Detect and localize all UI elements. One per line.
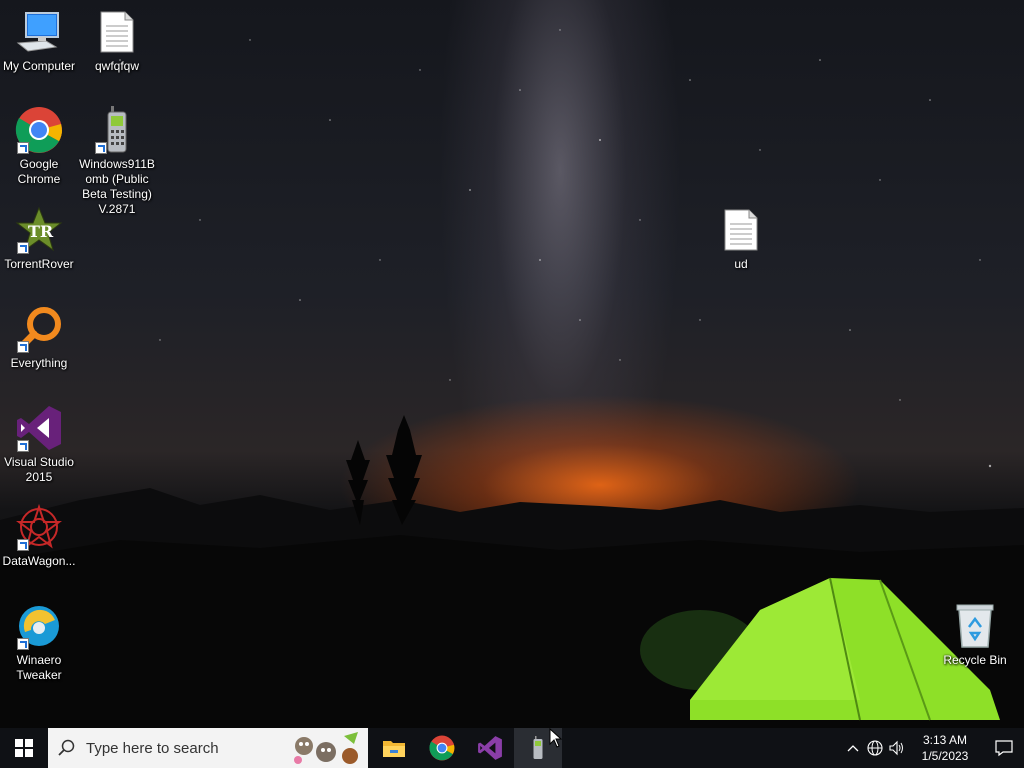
taskbar-search-box[interactable]: Type here to search (48, 728, 368, 768)
icon-label: Visual Studio 2015 (4, 455, 74, 484)
taskbar-chrome[interactable] (418, 728, 466, 768)
desktop-icon-my-computer[interactable]: My Computer (0, 8, 78, 74)
recycle-bin-icon (951, 602, 999, 650)
icon-label: Windows911Bomb (Public Beta Testing) V.2… (79, 157, 155, 216)
desktop-icon-ud[interactable]: ud (702, 206, 780, 272)
svg-text:TR: TR (28, 222, 54, 241)
visual-studio-icon (478, 736, 502, 760)
shortcut-arrow-icon (95, 142, 107, 154)
search-magnifier-icon (15, 305, 63, 353)
notification-icon (995, 740, 1013, 757)
desktop-icon-recycle-bin[interactable]: Recycle Bin (936, 602, 1014, 668)
chrome-icon (15, 106, 63, 154)
volume-button[interactable] (886, 728, 908, 768)
globe-network-icon (867, 740, 883, 756)
taskbar-clock[interactable]: 3:13 AM 1/5/2023 (914, 732, 976, 764)
icon-label: Winaero Tweaker (16, 653, 62, 682)
phone-icon (533, 736, 543, 759)
shortcut-arrow-icon (17, 142, 29, 154)
desktop-icon-qwfqfqw[interactable]: qwfqfqw (78, 8, 156, 74)
taskbar-file-explorer[interactable] (370, 728, 418, 768)
icon-label: My Computer (2, 59, 76, 73)
desktop-icon-google-chrome[interactable]: Google Chrome (0, 106, 78, 187)
clock-date: 1/5/2023 (921, 749, 969, 763)
file-explorer-icon (383, 741, 405, 757)
windows-logo-icon (15, 739, 33, 757)
icon-label: TorrentRover (4, 257, 74, 271)
text-file-icon (717, 206, 765, 254)
speaker-icon (889, 740, 903, 756)
text-file-icon (93, 8, 141, 56)
shortcut-arrow-icon (17, 341, 29, 353)
icon-label: qwfqfqw (94, 59, 140, 73)
desktop-icon-winaero-tweaker[interactable]: Winaero Tweaker (0, 602, 78, 683)
chrome-icon (429, 735, 455, 761)
taskbar: Type here to search 3:13 AM 1/5/2023 (0, 728, 1024, 768)
shortcut-arrow-icon (17, 440, 29, 452)
mouse-cursor-icon (549, 728, 563, 748)
desktop-icon-datawagon[interactable]: DataWagon... (0, 503, 78, 569)
winaero-icon (15, 602, 63, 650)
icon-label: Everything (10, 356, 68, 370)
shortcut-arrow-icon (17, 539, 29, 551)
desktop-icon-visual-studio-2015[interactable]: Visual Studio 2015 (0, 404, 78, 485)
computer-icon (15, 8, 63, 56)
torrentrover-icon: TR (15, 206, 63, 254)
desktop-icon-torrentrover[interactable]: TR TorrentRover (0, 206, 78, 272)
desktop-icon-everything[interactable]: Everything (0, 305, 78, 371)
visual-studio-icon (15, 404, 63, 452)
datawagon-icon (15, 503, 63, 551)
desktop[interactable]: My Computer qwfqfqw Google Chrome Window… (0, 0, 1024, 728)
system-tray: 3:13 AM 1/5/2023 (842, 728, 1024, 768)
taskbar-visual-studio[interactable] (466, 728, 514, 768)
search-highlight-doodle-icon (294, 732, 358, 764)
icon-label: ud (734, 257, 748, 271)
start-button[interactable] (0, 728, 48, 768)
shortcut-arrow-icon (17, 638, 29, 650)
phone-icon (93, 106, 141, 154)
icon-label: Recycle Bin (943, 653, 1007, 667)
network-button[interactable] (864, 728, 886, 768)
show-hidden-icons-button[interactable] (842, 728, 864, 768)
icon-label: Google Chrome (17, 157, 61, 186)
desktop-icon-windows911bomb[interactable]: Windows911Bomb (Public Beta Testing) V.2… (78, 106, 156, 217)
clock-time: 3:13 AM (922, 733, 968, 747)
search-placeholder: Type here to search (86, 739, 219, 757)
icon-label: DataWagon... (2, 554, 76, 568)
chevron-up-icon (847, 745, 859, 752)
shortcut-arrow-icon (17, 242, 29, 254)
search-icon (58, 739, 75, 756)
action-center-button[interactable] (984, 728, 1024, 768)
